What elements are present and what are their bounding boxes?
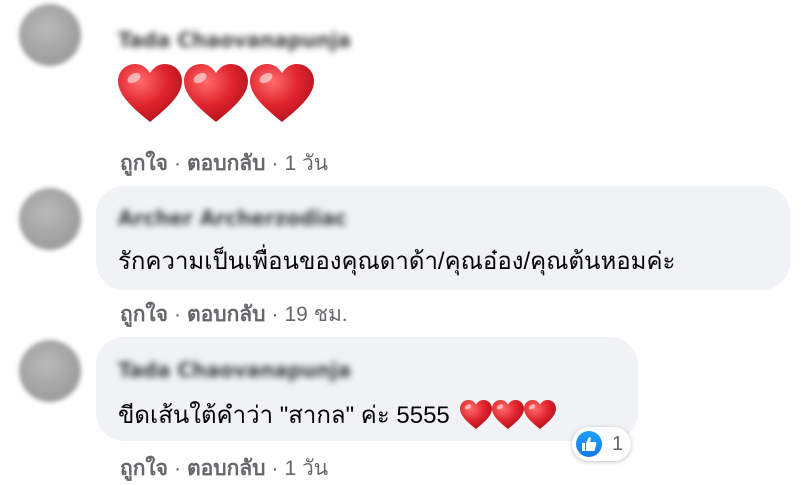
reply-action[interactable]: ตอบกลับ (187, 457, 266, 480)
separator: · (271, 152, 279, 175)
timestamp[interactable]: 1 วัน (285, 457, 329, 480)
avatar[interactable] (19, 188, 81, 250)
timestamp[interactable]: 1 วัน (285, 152, 329, 175)
like-action[interactable]: ถูกใจ (120, 457, 168, 480)
comment-text: ขีดเส้นใต้คำว่า "สากล" ค่ะ 5555 (118, 395, 556, 434)
heart-emoji (184, 64, 248, 124)
heart-emoji (492, 400, 524, 430)
avatar[interactable] (19, 340, 81, 402)
heart-emoji (118, 64, 182, 124)
comment-actions: ถูกใจ · ตอบกลับ · 19 ชม. (120, 298, 348, 331)
separator: · (174, 457, 181, 480)
like-action[interactable]: ถูกใจ (120, 303, 168, 326)
emoji-hearts (460, 400, 556, 430)
heart-emoji (250, 64, 314, 124)
avatar[interactable] (19, 4, 81, 66)
separator: · (271, 457, 279, 480)
comment-actions: ถูกใจ · ตอบกลับ · 1 วัน (120, 147, 328, 180)
comment-author[interactable]: Archer Archerzodiac (118, 206, 347, 230)
reaction-count: 1 (612, 432, 624, 455)
comment-text-content: ขีดเส้นใต้คำว่า "สากล" ค่ะ 5555 (118, 402, 450, 429)
separator: · (174, 152, 181, 175)
comment-author[interactable]: Tada Chaovanapunja (118, 358, 351, 382)
like-icon (576, 431, 602, 457)
comment-actions: ถูกใจ · ตอบกลับ · 1 วัน (120, 452, 328, 485)
reply-action[interactable]: ตอบกลับ (187, 152, 266, 175)
emoji-hearts (118, 64, 314, 124)
heart-emoji (460, 400, 492, 430)
comment-text: รักความเป็นเพื่อนของคุณดาด้า/คุณอ๋อง/คุณ… (118, 248, 676, 275)
separator: · (174, 303, 181, 326)
comment-author[interactable]: Tada Chaovanapunja (118, 28, 351, 52)
reply-action[interactable]: ตอบกลับ (187, 303, 266, 326)
reaction-summary[interactable]: 1 (572, 427, 632, 461)
like-action[interactable]: ถูกใจ (120, 152, 168, 175)
separator: · (271, 303, 279, 326)
timestamp[interactable]: 19 ชม. (285, 303, 348, 326)
heart-emoji (524, 400, 556, 430)
